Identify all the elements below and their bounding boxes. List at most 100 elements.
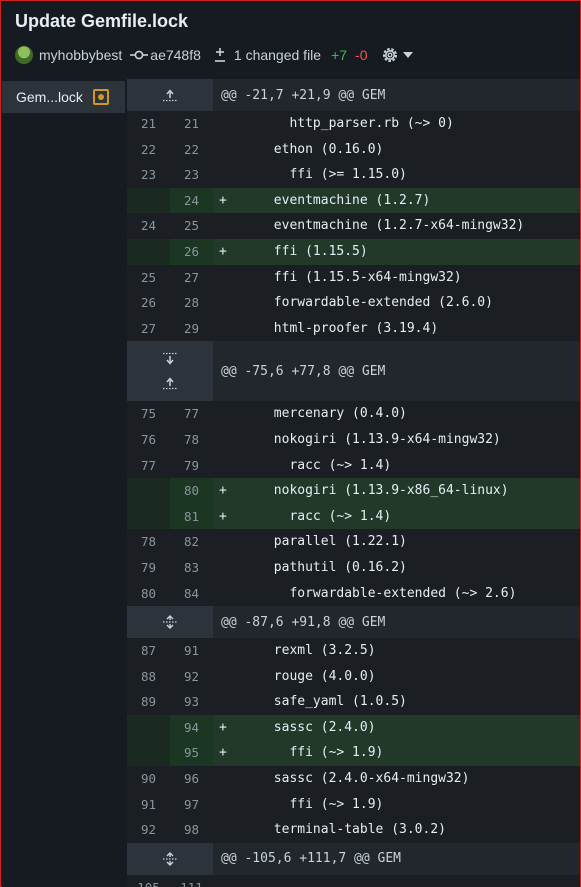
new-line-number[interactable]: 24 xyxy=(170,187,213,214)
old-line-number[interactable]: 89 xyxy=(127,689,170,715)
diff-sign xyxy=(219,694,227,709)
old-line-number[interactable]: 87 xyxy=(127,638,170,664)
old-line-number[interactable]: 88 xyxy=(127,663,170,690)
old-line-number[interactable]: 78 xyxy=(127,529,170,555)
diff-files-icon xyxy=(214,48,225,62)
expand-down-icon[interactable] xyxy=(162,352,178,366)
hunk-header: @@ -75,6 +77,8 @@ GEM xyxy=(127,341,580,402)
new-line-number[interactable]: 92 xyxy=(170,663,213,690)
file-sidebar: Gem...lock xyxy=(2,79,127,887)
old-line-number[interactable]: 75 xyxy=(127,401,170,427)
new-line-number[interactable]: 95 xyxy=(170,740,213,767)
hunk-header: @@ -87,6 +91,8 @@ GEM xyxy=(127,606,580,639)
new-line-number[interactable]: 111 xyxy=(170,874,213,887)
old-line-number[interactable]: 105 xyxy=(127,874,170,887)
diff-line-code: html-proofer (3.19.4) xyxy=(213,316,580,342)
diff-line-code: ffi (~> 1.9) xyxy=(213,792,580,818)
new-line-number[interactable]: 81 xyxy=(170,503,213,530)
diff-sign: + xyxy=(219,192,227,208)
diff-sign xyxy=(219,822,227,837)
new-line-number[interactable]: 21 xyxy=(170,111,213,137)
avatar[interactable] xyxy=(15,46,33,64)
diff-line: 21 21 http_parser.rb (~> 0) xyxy=(127,111,580,137)
old-line-number[interactable]: 22 xyxy=(127,136,170,163)
old-line-number[interactable]: 91 xyxy=(127,791,170,818)
new-line-number[interactable]: 80 xyxy=(170,478,213,504)
diff-line-text: nokogiri (1.13.9-x64-mingw32) xyxy=(226,431,501,447)
expand-both-icon[interactable] xyxy=(162,851,178,866)
expand-up-icon[interactable] xyxy=(162,88,178,102)
diff-line-code: http_parser.rb (~> 0) xyxy=(213,111,580,137)
diff-line-text: eventmachine (1.2.7) xyxy=(226,192,431,208)
diff-line-code: rouge (4.0.0) xyxy=(213,664,580,690)
new-line-number[interactable]: 93 xyxy=(170,689,213,715)
new-line-number[interactable]: 26 xyxy=(170,238,213,265)
hunk-expander[interactable] xyxy=(127,842,213,875)
old-line-number[interactable]: 90 xyxy=(127,766,170,792)
old-line-number[interactable]: 27 xyxy=(127,315,170,342)
diff-sign: + xyxy=(219,719,227,735)
new-line-number[interactable]: 94 xyxy=(170,714,213,741)
diff-line-text: parallel (1.22.1) xyxy=(226,534,407,550)
old-line-number[interactable]: 25 xyxy=(127,264,170,291)
old-line-number[interactable] xyxy=(127,238,170,265)
diff-line-added: 94 + sassc (2.4.0) xyxy=(127,714,580,741)
diff-line: 87 91 rexml (3.2.5) xyxy=(127,638,580,664)
author-name[interactable]: myhobbybest xyxy=(39,47,122,63)
gear-icon[interactable] xyxy=(380,45,400,65)
chevron-down-icon[interactable] xyxy=(402,52,413,58)
diff-line-added: 95 + ffi (~> 1.9) xyxy=(127,740,580,767)
commit-sha[interactable]: ae748f8 xyxy=(150,47,201,63)
diff-line-code: forwardable-extended (~> 2.6) xyxy=(213,581,580,607)
diff-sign xyxy=(219,295,227,310)
hunk-expander[interactable] xyxy=(127,606,213,639)
new-line-number[interactable]: 27 xyxy=(170,264,213,291)
expand-both-icon[interactable] xyxy=(162,615,178,630)
diff-line: 105111 xyxy=(127,874,580,887)
diff-sign xyxy=(219,321,227,336)
sidebar-file-gemfile-lock[interactable]: Gem...lock xyxy=(2,81,125,113)
diff-line-text xyxy=(227,880,258,887)
new-line-number[interactable]: 22 xyxy=(170,136,213,163)
diff-sign xyxy=(219,880,227,887)
old-line-number[interactable]: 92 xyxy=(127,817,170,843)
new-line-number[interactable]: 29 xyxy=(170,315,213,342)
new-line-number[interactable]: 28 xyxy=(170,290,213,316)
old-line-number[interactable] xyxy=(127,740,170,767)
old-line-number[interactable] xyxy=(127,478,170,504)
diff-line: 89 93 safe_yaml (1.0.5) xyxy=(127,689,580,715)
diff-line-text: http_parser.rb (~> 0) xyxy=(226,116,454,131)
diff-line-code: eventmachine (1.2.7-x64-mingw32) xyxy=(213,213,580,239)
old-line-number[interactable] xyxy=(127,714,170,741)
expand-up-icon[interactable] xyxy=(162,376,178,390)
old-line-number[interactable]: 77 xyxy=(127,452,170,479)
old-line-number[interactable]: 24 xyxy=(127,213,170,239)
old-line-number[interactable]: 80 xyxy=(127,580,170,607)
hunk-expander[interactable] xyxy=(127,79,213,111)
old-line-number[interactable]: 21 xyxy=(127,111,170,137)
diff-line: 27 29 html-proofer (3.19.4) xyxy=(127,315,580,342)
new-line-number[interactable]: 91 xyxy=(170,638,213,664)
sidebar-file-label: Gem...lock xyxy=(16,89,83,105)
new-line-number[interactable]: 97 xyxy=(170,791,213,818)
old-line-number[interactable]: 79 xyxy=(127,554,170,581)
new-line-number[interactable]: 84 xyxy=(170,580,213,607)
old-line-number[interactable]: 76 xyxy=(127,426,170,453)
diff-line-text: ethon (0.16.0) xyxy=(226,141,384,157)
new-line-number[interactable]: 77 xyxy=(170,401,213,427)
old-line-number[interactable] xyxy=(127,503,170,530)
hunk-expander[interactable] xyxy=(127,341,213,402)
diff-line-text: html-proofer (3.19.4) xyxy=(226,320,439,336)
new-line-number[interactable]: 96 xyxy=(170,766,213,792)
new-line-number[interactable]: 83 xyxy=(170,554,213,581)
old-line-number[interactable] xyxy=(127,187,170,214)
old-line-number[interactable]: 23 xyxy=(127,162,170,188)
new-line-number[interactable]: 78 xyxy=(170,426,213,453)
new-line-number[interactable]: 79 xyxy=(170,452,213,479)
diff-line-added: 24 + eventmachine (1.2.7) xyxy=(127,187,580,214)
new-line-number[interactable]: 98 xyxy=(170,817,213,843)
new-line-number[interactable]: 82 xyxy=(170,529,213,555)
new-line-number[interactable]: 25 xyxy=(170,213,213,239)
old-line-number[interactable]: 26 xyxy=(127,290,170,316)
new-line-number[interactable]: 23 xyxy=(170,162,213,188)
